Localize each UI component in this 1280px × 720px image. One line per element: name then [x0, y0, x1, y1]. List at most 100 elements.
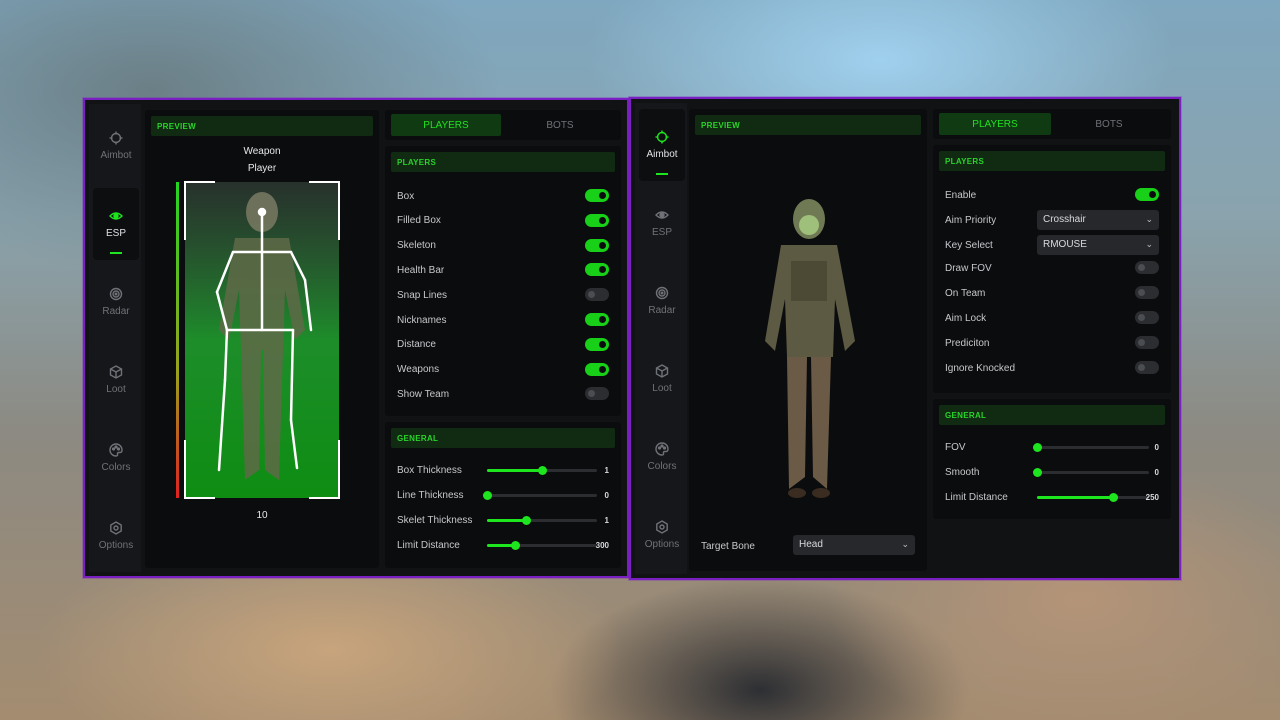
general-panel: GENERAL Box Thickness 1 Line Thickness 0 Ske…	[385, 422, 621, 568]
preview-panel: PREVIEW Target Bone Head ⌄	[689, 109, 927, 571]
sidebar-item-label: Loot	[652, 383, 672, 394]
player-type-tabs: PLAYERS BOTS	[385, 110, 621, 140]
ignore-knocked-row: Ignore Knocked	[945, 360, 1159, 376]
health-bar-row: Health Bar	[397, 262, 609, 278]
sidebar: Aimbot ESP Radar Loot Colors Options	[635, 103, 687, 574]
sidebar-item-radar[interactable]: Radar	[93, 266, 139, 338]
chevron-down-icon: ⌄	[1145, 214, 1153, 224]
prediciton-toggle[interactable]	[1135, 336, 1159, 349]
slider-thumb[interactable]	[1109, 493, 1119, 502]
nicknames-row: Nicknames	[397, 312, 609, 328]
skelet-thickness-label: Skelet Thickness	[397, 514, 473, 526]
nicknames-toggle[interactable]	[585, 313, 609, 326]
smooth-slider[interactable]	[1033, 468, 1149, 477]
players-panel: PLAYERS Box Filled Box Skeleton Health Bar S…	[385, 146, 621, 416]
tab-players[interactable]: PLAYERS	[391, 114, 501, 136]
distance-toggle[interactable]	[585, 337, 609, 351]
players-header: PLAYERS	[391, 152, 615, 172]
line-thickness-row: Line Thickness 0	[397, 487, 609, 503]
skeleton-row: Skeleton	[397, 238, 609, 254]
target-bone-select[interactable]: Head ⌄	[793, 535, 915, 555]
health-bar-label: Health Bar	[397, 264, 445, 276]
weapons-row: Weapons	[397, 362, 609, 378]
sidebar-item-options[interactable]: Options	[93, 500, 139, 572]
weapons-toggle[interactable]	[585, 362, 609, 376]
smooth-label: Smooth	[945, 466, 980, 478]
aimbot-preview-figure	[765, 199, 855, 498]
slider-thumb[interactable]	[1033, 443, 1042, 452]
aim-lock-label: Aim Lock	[945, 312, 987, 324]
sidebar-item-radar[interactable]: Radar	[639, 265, 685, 337]
active-indicator	[656, 173, 668, 175]
filled-box-toggle[interactable]	[585, 213, 609, 227]
fov-label: FOV	[945, 441, 966, 453]
line-thickness-label: Line Thickness	[397, 489, 464, 501]
smooth-value: 0	[1154, 467, 1159, 477]
key-select-label: Key Select	[945, 239, 993, 251]
line-thickness-value: 0	[604, 490, 609, 500]
fov-slider[interactable]	[1033, 443, 1149, 452]
skelet-thickness-slider[interactable]	[487, 516, 597, 525]
weapons-label: Weapons	[397, 364, 440, 376]
chevron-down-icon: ⌄	[901, 539, 909, 549]
eye-icon	[109, 209, 123, 223]
palette-icon	[655, 442, 669, 456]
slider-thumb[interactable]	[510, 541, 520, 550]
general-panel: GENERAL FOV 0 Smooth 0 Limit Distance 250	[933, 399, 1171, 519]
key-select-select[interactable]: RMOUSE ⌄	[1037, 235, 1159, 255]
esp-distance-label: 10	[256, 510, 268, 521]
tab-players[interactable]: PLAYERS	[939, 113, 1051, 135]
gear-icon	[655, 520, 669, 534]
line-thickness-slider[interactable]	[483, 491, 597, 500]
sidebar-item-esp[interactable]: ESP	[93, 188, 139, 260]
sidebar-item-label: ESP	[105, 228, 126, 239]
slider-thumb[interactable]	[538, 466, 547, 475]
snap-lines-toggle[interactable]	[585, 288, 609, 302]
aim-priority-value: Crosshair	[1043, 214, 1086, 225]
limit-distance-slider[interactable]	[1037, 493, 1149, 502]
show-team-toggle[interactable]	[585, 387, 609, 401]
sidebar-item-aimbot[interactable]: Aimbot	[93, 110, 139, 182]
limit-distance-slider[interactable]	[487, 541, 597, 550]
on-team-label: On Team	[945, 287, 986, 299]
soldier-model	[765, 199, 855, 498]
key-select-value: RMOUSE	[1043, 239, 1087, 250]
skeleton-toggle[interactable]	[585, 238, 609, 252]
box-thickness-row: Box Thickness 1	[397, 462, 609, 478]
draw-fov-toggle[interactable]	[1135, 261, 1159, 274]
enable-toggle[interactable]	[1135, 188, 1159, 201]
ignore-knocked-toggle[interactable]	[1135, 361, 1159, 374]
sidebar: Aimbot ESP Radar Loot Colors Options	[89, 104, 141, 572]
sidebar-item-options[interactable]: Options	[639, 499, 685, 571]
box-thickness-slider[interactable]	[487, 466, 597, 475]
ignore-knocked-label: Ignore Knocked	[945, 362, 1016, 374]
box-toggle[interactable]	[585, 189, 609, 202]
sidebar-item-label: Aimbot	[646, 149, 678, 160]
draw-fov-row: Draw FOV	[945, 260, 1159, 276]
sidebar-item-colors[interactable]: Colors	[639, 421, 685, 493]
limit-distance-row: Limit Distance 250	[945, 489, 1159, 505]
aim-lock-toggle[interactable]	[1135, 311, 1159, 324]
aim-priority-select[interactable]: Crosshair ⌄	[1037, 210, 1159, 230]
tab-bots[interactable]: BOTS	[1053, 113, 1165, 135]
sidebar-item-esp[interactable]: ESP	[639, 187, 685, 259]
skelet-thickness-value: 1	[604, 515, 609, 525]
tab-bots[interactable]: BOTS	[505, 114, 615, 136]
limit-distance-value: 300	[595, 540, 609, 550]
draw-fov-label: Draw FOV	[945, 262, 992, 274]
preview-header: PREVIEW	[695, 115, 921, 135]
health-bar-toggle[interactable]	[585, 263, 609, 277]
sidebar-item-label: ESP	[651, 227, 672, 238]
slider-thumb[interactable]	[521, 516, 531, 525]
sidebar-item-loot[interactable]: Loot	[639, 343, 685, 415]
chevron-down-icon: ⌄	[1145, 239, 1153, 249]
fov-value: 0	[1154, 442, 1159, 452]
sidebar-item-aimbot[interactable]: Aimbot	[639, 109, 685, 181]
general-header: GENERAL	[391, 428, 615, 448]
slider-thumb[interactable]	[1033, 468, 1042, 477]
sidebar-item-loot[interactable]: Loot	[93, 344, 139, 416]
sidebar-item-label: Colors	[647, 461, 677, 472]
on-team-toggle[interactable]	[1135, 286, 1159, 299]
sidebar-item-colors[interactable]: Colors	[93, 422, 139, 494]
slider-thumb[interactable]	[483, 491, 492, 500]
